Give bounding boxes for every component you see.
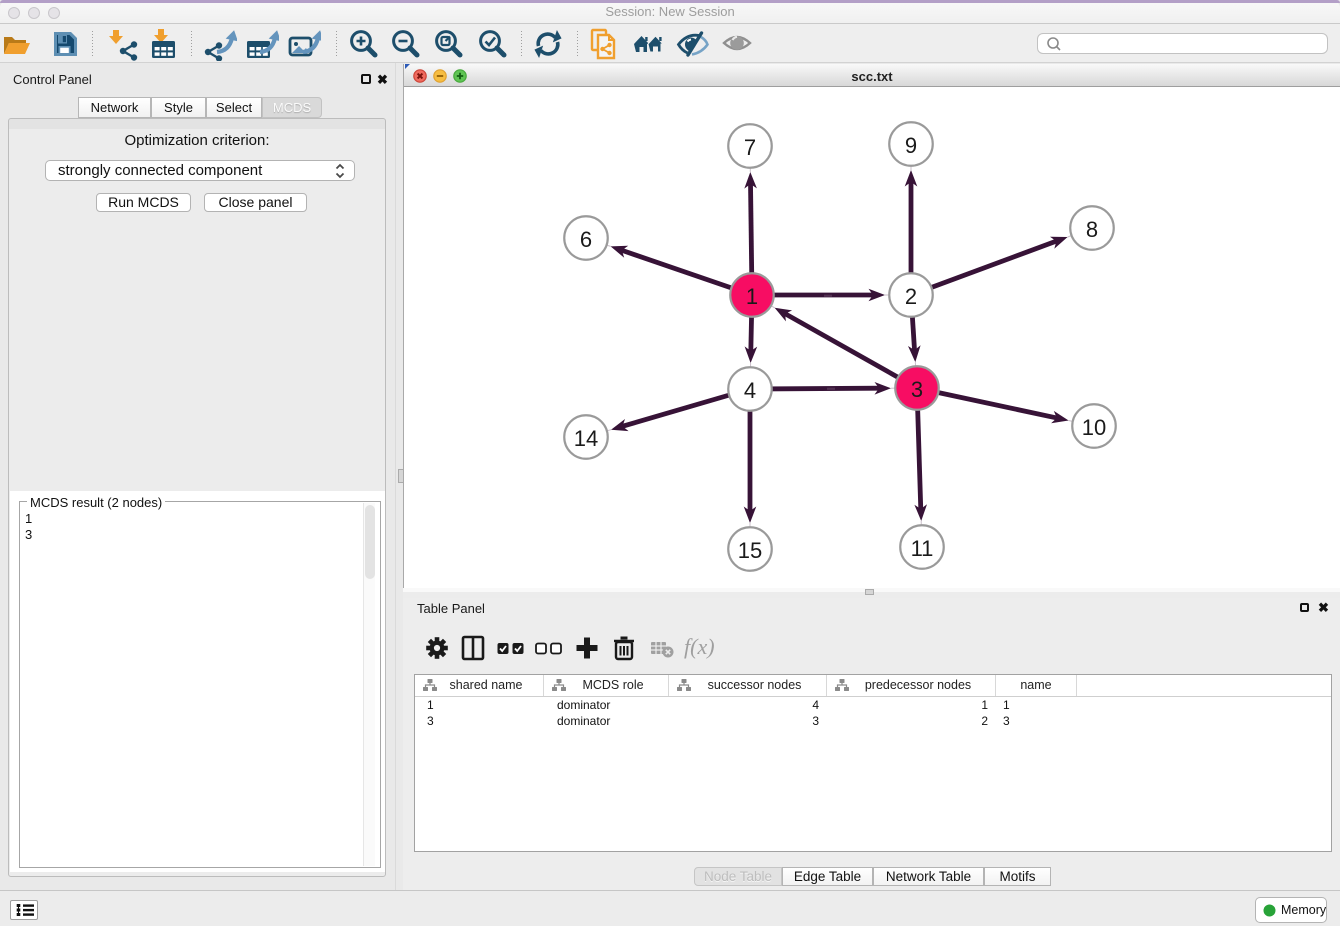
svg-text:3: 3 <box>911 377 923 402</box>
svg-text:10: 10 <box>1082 415 1106 440</box>
svg-text:14: 14 <box>574 426 598 451</box>
svg-text:11: 11 <box>911 536 934 561</box>
svg-text:9: 9 <box>905 133 917 158</box>
svg-text:7: 7 <box>744 135 756 160</box>
svg-text:1: 1 <box>746 284 758 309</box>
svg-text:4: 4 <box>744 378 756 403</box>
svg-text:2: 2 <box>905 284 917 309</box>
svg-text:15: 15 <box>738 538 762 563</box>
svg-text:8: 8 <box>1086 217 1098 242</box>
svg-text:6: 6 <box>580 227 592 252</box>
